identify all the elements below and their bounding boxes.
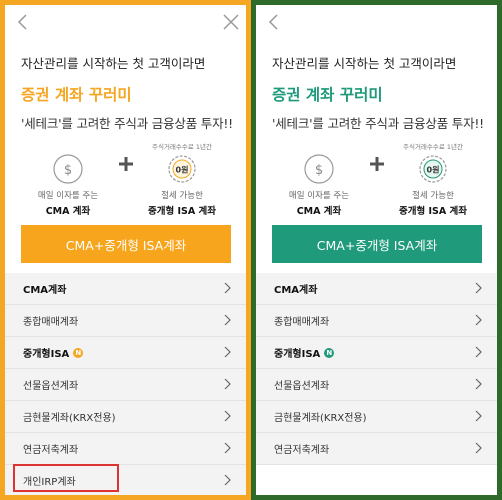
highlight-box-irp (13, 464, 119, 492)
chevron-right-icon (475, 378, 482, 390)
list-item-isa[interactable]: 중개형ISA N (256, 337, 497, 369)
coin-text: 0원 (427, 165, 440, 175)
svg-text:$: $ (315, 163, 323, 178)
list-item-label: 연금저축계좌 (274, 445, 330, 456)
coin-zero-icon: 0원 (168, 155, 196, 183)
chevron-right-icon (224, 442, 231, 454)
coin-zero-icon: 0원 (419, 155, 447, 183)
list-item-label: 종합매매계좌 (23, 317, 79, 328)
list-item-cma[interactable]: CMA계좌 (256, 273, 497, 305)
headline: 증권 계좌 꾸러미 (21, 86, 132, 104)
feature-cma-title: CMA 계좌 (296, 206, 342, 217)
chevron-right-icon (224, 378, 231, 390)
list-item-general-trading[interactable]: 종합매매계좌 (256, 305, 497, 337)
list-item-gold-spot[interactable]: 금현물계좌(KRX전용) (5, 401, 246, 433)
panel-orange-theme: 자산관리를 시작하는 첫 고객이라면 증권 계좌 꾸러미 '세테크'를 고려한 … (0, 0, 251, 500)
back-arrow-icon[interactable] (15, 13, 33, 31)
new-badge: N (324, 347, 335, 358)
top-bar (5, 5, 246, 41)
list-item-pension-savings[interactable]: 연금저축계좌 (256, 433, 497, 465)
chevron-right-icon (475, 346, 482, 358)
new-badge: N (73, 347, 84, 358)
chevron-right-icon (475, 282, 482, 294)
tagline: '세테크'를 고려한 주식과 금융상품 투자!! (21, 116, 233, 131)
lead-text: 자산관리를 시작하는 첫 고객이라면 (21, 56, 206, 71)
close-icon[interactable] (222, 13, 240, 31)
chevron-right-icon (224, 474, 231, 486)
list-item-futures-options[interactable]: 선물옵션계좌 (256, 369, 497, 401)
list-item-pension-savings[interactable]: 연금저축계좌 (5, 433, 246, 465)
feature-cma: $ 매일 이자를 주는 CMA 계좌 (274, 143, 364, 217)
feature-isa-sub: 절세 가능한 (161, 191, 203, 201)
open-account-button[interactable]: CMA+중개형 ISA계좌 (272, 225, 482, 263)
feature-isa-note: 주식거래수수료 1년간 (151, 143, 213, 151)
list-item-label: CMA계좌 (23, 285, 67, 296)
piggy-bank-icon: $ (304, 154, 334, 184)
list-item-label: 금현물계좌(KRX전용) (23, 413, 116, 424)
feature-isa-title: 중개형 ISA 계좌 (147, 206, 217, 217)
chevron-right-icon (475, 410, 482, 422)
plus-icon (370, 157, 384, 171)
list-item-label: 선물옵션계좌 (23, 381, 79, 392)
chevron-right-icon (224, 346, 231, 358)
coin-text: 0원 (176, 165, 189, 175)
feature-cma-sub: 매일 이자를 주는 (37, 191, 99, 201)
plus-icon (119, 157, 133, 171)
feature-isa: 주식거래수수료 1년간 0원 절세 가능한 중개형 ISA 계좌 (388, 143, 478, 217)
list-item-gold-spot[interactable]: 금현물계좌(KRX전용) (256, 401, 497, 433)
account-list: CMA계좌 종합매매계좌 중개형ISA N 선물옵션계좌 금현물계좌(KRX전용… (256, 273, 497, 465)
svg-text:$: $ (64, 163, 72, 178)
list-item-label: 금현물계좌(KRX전용) (274, 413, 367, 424)
feature-isa-title: 중개형 ISA 계좌 (398, 206, 468, 217)
panel-green-theme: 자산관리를 시작하는 첫 고객이라면 증권 계좌 꾸러미 '세테크'를 고려한 … (251, 0, 502, 500)
chevron-right-icon (475, 314, 482, 326)
list-item-label: 연금저축계좌 (23, 445, 79, 456)
chevron-right-icon (475, 442, 482, 454)
list-item-label: 중개형ISA (274, 349, 321, 360)
headline: 증권 계좌 꾸러미 (272, 86, 383, 104)
list-item-general-trading[interactable]: 종합매매계좌 (5, 305, 246, 337)
chevron-right-icon (224, 314, 231, 326)
feature-isa: 주식거래수수료 1년간 0원 절세 가능한 중개형 ISA 계좌 (137, 143, 227, 217)
chevron-right-icon (224, 282, 231, 294)
feature-cma-sub: 매일 이자를 주는 (288, 191, 350, 201)
feature-cma: $ 매일 이자를 주는 CMA 계좌 (23, 143, 113, 217)
open-account-button[interactable]: CMA+중개형 ISA계좌 (21, 225, 231, 263)
top-bar (256, 5, 497, 41)
piggy-bank-icon: $ (53, 154, 83, 184)
list-item-label: 선물옵션계좌 (274, 381, 330, 392)
lead-text: 자산관리를 시작하는 첫 고객이라면 (272, 56, 457, 71)
feature-isa-note: 주식거래수수료 1년간 (402, 143, 464, 151)
list-item-label: 종합매매계좌 (274, 317, 330, 328)
list-item-label: 중개형ISA (23, 349, 70, 360)
list-item-cma[interactable]: CMA계좌 (5, 273, 246, 305)
list-item-futures-options[interactable]: 선물옵션계좌 (5, 369, 246, 401)
list-item-label: CMA계좌 (274, 285, 318, 296)
tagline: '세테크'를 고려한 주식과 금융상품 투자!! (272, 116, 484, 131)
feature-isa-sub: 절세 가능한 (412, 191, 454, 201)
chevron-right-icon (224, 410, 231, 422)
feature-cma-title: CMA 계좌 (45, 206, 91, 217)
list-item-isa[interactable]: 중개형ISA N (5, 337, 246, 369)
back-arrow-icon[interactable] (266, 13, 284, 31)
